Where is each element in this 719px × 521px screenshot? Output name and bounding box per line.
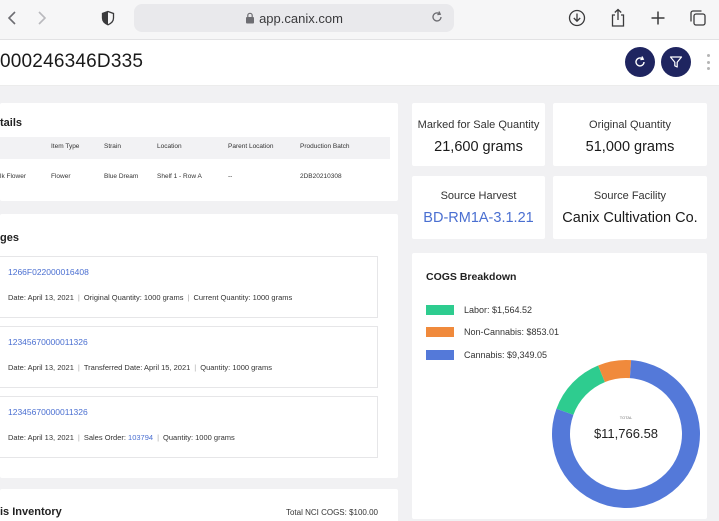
meta-sales-order-label: Sales Order:	[83, 433, 126, 442]
reload-icon	[432, 11, 442, 22]
url-text: app.canix.com	[259, 10, 343, 26]
sales-order-link[interactable]: 103794	[128, 433, 153, 442]
legend-item-cannabis: Cannabis: $9,349.05	[426, 349, 547, 361]
column-header-location: Location	[157, 143, 182, 150]
filter-button[interactable]	[661, 47, 691, 77]
cell-location: Shelf 1 - Row A	[157, 173, 202, 180]
meta-date: Date: April 13, 2021	[8, 293, 74, 302]
refresh-icon	[635, 56, 645, 67]
stat-label: Source Harvest	[440, 190, 517, 202]
reload-page-button[interactable]	[430, 10, 444, 29]
meta-current-quantity: Current Quantity: 1000 grams	[193, 293, 293, 302]
legend-swatch	[426, 327, 454, 337]
share-icon	[611, 8, 625, 27]
cell-category: lk Flower	[0, 173, 27, 180]
tabs-icon	[690, 10, 706, 26]
lineage-item: 12345670000011326 Date: April 13, 2021 | S…	[0, 396, 378, 458]
meta-quantity: Quantity: 1000 grams	[163, 433, 235, 442]
legend-label: Non-Cannabis: $853.01	[464, 327, 560, 337]
lineage-item-meta: Date: April 13, 2021 | Original Quantity: …	[8, 293, 293, 302]
cogs-donut-chart: TOTAL $11,766.58	[552, 360, 700, 508]
meta-date: Date: April 13, 2021	[8, 433, 74, 442]
chevron-right-icon	[38, 11, 47, 25]
lineage-item-link[interactable]: 12345670000011326	[8, 407, 88, 417]
more-options-button[interactable]	[705, 52, 711, 72]
stat-value: 21,600 grams	[434, 139, 523, 155]
meta-date: Date: April 13, 2021	[8, 363, 74, 372]
chevron-left-icon	[7, 11, 16, 25]
plus-icon	[651, 11, 665, 25]
stat-value: Canix Cultivation Co.	[562, 210, 698, 226]
inventory-title: is Inventory	[0, 506, 62, 518]
legend-label: Labor: $1,564.52	[464, 305, 533, 315]
source-harvest-link[interactable]: BD-RM1A-3.1.21	[412, 210, 545, 226]
cogs-title: COGS Breakdown	[426, 271, 517, 283]
inventory-card: is Inventory Total NCI COGS: $100.00	[0, 489, 398, 521]
lineage-card: ges 1266F022000016408 Date: April 13, 20…	[0, 214, 398, 478]
downloads-button[interactable]	[565, 6, 589, 30]
lineage-item-link[interactable]: 1266F022000016408	[8, 267, 89, 277]
details-table-header: Item Type Strain Location Parent Locatio…	[0, 137, 390, 159]
source-harvest-card: Source Harvest BD-RM1A-3.1.21	[412, 176, 545, 239]
stat-label: Source Facility	[593, 190, 667, 202]
cell-production-batch: 2DB20210308	[300, 173, 342, 180]
legend-swatch	[426, 350, 454, 360]
source-facility-card: Source Facility Canix Cultivation Co.	[553, 176, 707, 239]
meta-transferred-date: Transferred Date: April 15, 2021	[83, 363, 191, 372]
page-header: 000246346D335	[0, 40, 719, 86]
column-header-strain: Strain	[104, 143, 121, 150]
filter-icon	[669, 56, 683, 68]
shield-icon	[101, 10, 115, 26]
tabs-overview-button[interactable]	[686, 6, 710, 30]
meta-original-quantity: Original Quantity: 1000 grams	[83, 293, 184, 302]
stat-label: Marked for Sale Quantity	[417, 119, 540, 131]
column-header-parent-location: Parent Location	[228, 143, 274, 150]
stat-label: Original Quantity	[589, 119, 671, 131]
inventory-total: Total NCI COGS: $100.00	[285, 508, 378, 517]
cell-item-type: Flower	[51, 173, 71, 180]
page-title: 000246346D335	[0, 51, 144, 72]
kebab-dot-icon	[706, 60, 710, 64]
cell-parent-location: --	[228, 173, 233, 180]
column-header-production-batch: Production Batch	[300, 143, 350, 150]
reader-button[interactable]	[96, 6, 120, 30]
cell-strain: Blue Dream	[104, 173, 139, 180]
original-quantity-card: Original Quantity 51,000 grams	[553, 103, 707, 166]
legend-item-labor: Labor: $1,564.52	[426, 304, 532, 316]
legend-swatch	[426, 305, 454, 315]
lock-icon	[246, 12, 255, 24]
cogs-card: COGS Breakdown Labor: $1,564.52 Non-Cann…	[412, 253, 707, 519]
meta-quantity: Quantity: 1000 grams	[200, 363, 272, 372]
lineage-item-meta: Date: April 13, 2021 | Transferred Date: A…	[8, 363, 272, 372]
legend-item-non-cannabis: Non-Cannabis: $853.01	[426, 326, 559, 338]
details-title: tails	[0, 117, 23, 129]
lineage-item: 1266F022000016408 Date: April 13, 2021 | O…	[0, 256, 378, 318]
forward-button[interactable]	[30, 6, 54, 30]
stat-value: 51,000 grams	[585, 139, 675, 155]
refresh-button[interactable]	[625, 47, 655, 77]
kebab-dot-icon	[706, 54, 710, 57]
donut-slice-labor[interactable]	[556, 365, 605, 415]
lineage-item-meta: Date: April 13, 2021 | Sales Order: 103794…	[8, 433, 235, 442]
marked-for-sale-card: Marked for Sale Quantity 21,600 grams	[412, 103, 545, 166]
donut-center-value: $11,766.58	[594, 426, 658, 441]
kebab-dot-icon	[706, 67, 710, 70]
lineage-item-link[interactable]: 12345670000011326	[8, 337, 88, 347]
main-content: tails Item Type Strain Location Parent L…	[0, 86, 719, 521]
back-button[interactable]	[0, 6, 24, 30]
new-tab-button[interactable]	[646, 6, 670, 30]
details-card: tails Item Type Strain Location Parent L…	[0, 103, 398, 201]
address-bar[interactable]: app.canix.com	[134, 4, 454, 32]
share-button[interactable]	[606, 6, 630, 30]
column-header-item-type: Item Type	[51, 143, 80, 150]
lineage-title: ges	[0, 232, 19, 244]
legend-label: Cannabis: $9,349.05	[464, 350, 548, 360]
lineage-item: 12345670000011326 Date: April 13, 2021 | T…	[0, 326, 378, 388]
browser-toolbar: app.canix.com	[0, 0, 719, 40]
donut-center-label: TOTAL	[620, 415, 633, 420]
download-icon	[568, 9, 586, 27]
